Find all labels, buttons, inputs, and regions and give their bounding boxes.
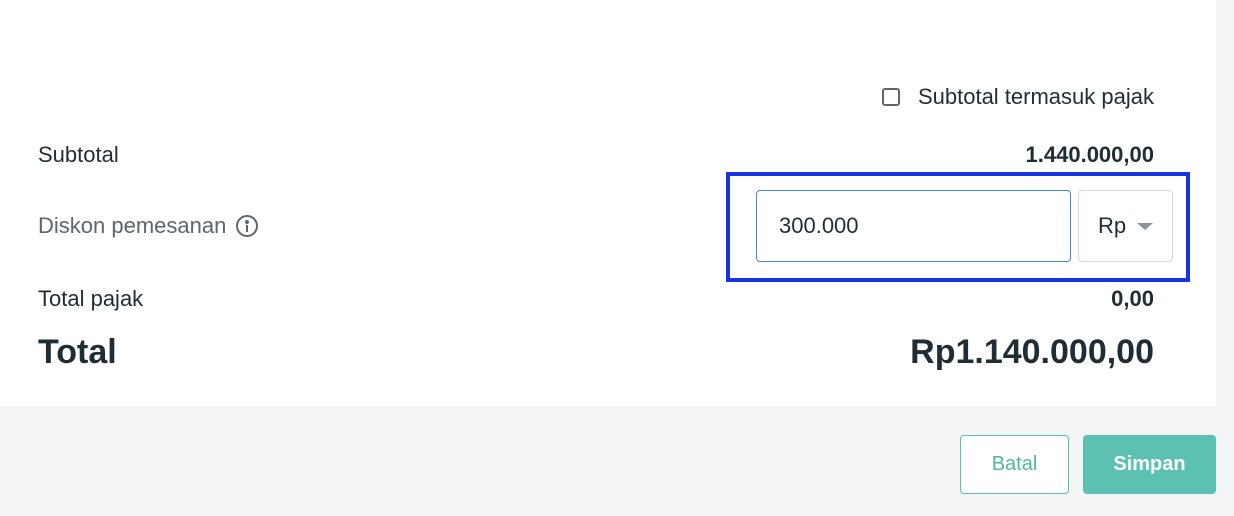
currency-select[interactable]: Rp — [1078, 190, 1173, 262]
currency-value: Rp — [1098, 213, 1127, 238]
summary-card: Subtotal termasuk pajak Subtotal 1.440.0… — [0, 0, 1216, 406]
total-value: Rp1.140.000,00 — [910, 333, 1154, 371]
discount-label: Diskon pemesanan — [38, 213, 227, 238]
tax-total-label: Total pajak — [38, 286, 144, 311]
save-button[interactable]: Simpan — [1083, 435, 1216, 494]
tax-total-value: 0,00 — [1111, 286, 1154, 311]
info-icon[interactable] — [236, 215, 259, 237]
tax-inclusive-option[interactable]: Subtotal termasuk pajak — [881, 84, 1154, 110]
subtotal-label: Subtotal — [38, 142, 119, 167]
subtotal-value: 1.440.000,00 — [1025, 142, 1154, 167]
discount-input[interactable] — [756, 190, 1071, 262]
discount-label-row: Diskon pemesanan — [38, 213, 259, 239]
scroll-gutter — [1216, 0, 1234, 406]
chevron-down-icon — [1137, 222, 1154, 230]
cancel-button[interactable]: Batal — [960, 435, 1069, 494]
tax-inclusive-checkbox[interactable] — [881, 88, 900, 106]
total-label: Total — [38, 333, 117, 371]
tax-inclusive-label[interactable]: Subtotal termasuk pajak — [918, 84, 1154, 110]
